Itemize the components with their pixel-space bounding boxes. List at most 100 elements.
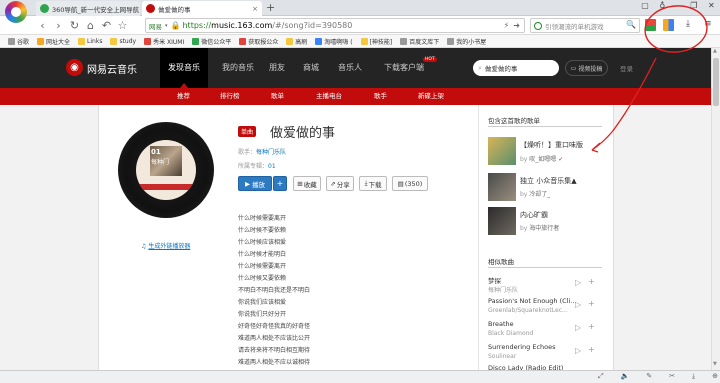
refresh-icon[interactable]: ↻ — [68, 19, 81, 32]
album-link[interactable]: 01 — [268, 163, 276, 170]
bookmark-item[interactable]: 微信公众平 — [192, 37, 231, 46]
back-icon[interactable]: ‹ — [36, 19, 49, 32]
download-status-icon[interactable]: ⤓ — [692, 372, 695, 381]
artist-link[interactable]: 每种门乐队 — [256, 149, 286, 156]
home-icon[interactable]: ⌂ — [84, 19, 97, 32]
nav-mall[interactable]: 商城 — [296, 48, 326, 88]
lightning-icon[interactable]: ⚡ — [504, 21, 510, 30]
play-icon[interactable]: ▷ — [575, 300, 581, 309]
minimize-icon[interactable]: – — [676, 1, 680, 15]
subnav-radio[interactable]: 主播电台 — [316, 88, 342, 105]
play-icon[interactable]: ▷ — [575, 346, 581, 355]
similar-song-artist[interactable]: Greenlab/SquareknotLec... — [488, 307, 568, 314]
rewind-icon[interactable]: ↶ — [100, 19, 113, 32]
add-icon[interactable]: + — [588, 322, 595, 331]
add-icon[interactable]: + — [588, 277, 595, 286]
bookmark-item[interactable]: 秀米 XIUMI — [144, 37, 184, 46]
bookmark-item[interactable]: 我的小书屋 — [447, 37, 486, 46]
subnav-artist[interactable]: 歌手 — [374, 88, 387, 105]
restore-icon[interactable]: ❐ — [690, 1, 697, 15]
similar-song-artist[interactable]: Black Diamond — [488, 330, 533, 337]
playlist-name[interactable]: 【燥听！】重口味版 — [520, 140, 583, 150]
subnav-recommend[interactable]: 推荐 — [177, 88, 190, 105]
tab-360nav[interactable]: 360导航_新一代安全上网导航 × — [36, 1, 140, 16]
nav-download[interactable]: 下载客户端 — [376, 48, 432, 88]
close-window-icon[interactable]: ✕ — [708, 1, 715, 15]
nav-my-music[interactable]: 我的音乐 — [218, 48, 258, 88]
nav-discover[interactable]: 发现音乐 — [160, 48, 208, 88]
scroll-down-icon[interactable]: ▼ — [713, 361, 717, 367]
playlist-name[interactable]: 内心旷霸 — [520, 210, 548, 220]
similar-song-artist[interactable]: Soulinear — [488, 353, 516, 360]
similar-song-name[interactable]: Passion's Not Enough (Cli... — [488, 297, 577, 305]
download-button[interactable]: ⤓ 下载 — [359, 176, 387, 191]
browser-logo-icon[interactable] — [5, 1, 27, 23]
bookmark-item[interactable]: Links — [78, 37, 102, 45]
tab-music[interactable]: 做爱做的事 × — [142, 1, 262, 16]
bookmark-item[interactable]: 淘嘻啊嗨 ( — [315, 37, 353, 46]
tool-icon[interactable]: ✂ — [669, 372, 675, 381]
play-icon[interactable]: ▷ — [575, 323, 581, 332]
playlist-cover[interactable] — [488, 207, 516, 235]
pin-icon[interactable]: ✎ — [646, 372, 652, 381]
subnav-rank[interactable]: 排行榜 — [220, 88, 240, 105]
dropdown-icon[interactable]: ▾ — [165, 23, 168, 29]
bookmark-item[interactable]: 网址大全 — [37, 37, 70, 46]
close-tab-icon[interactable]: × — [252, 5, 258, 13]
speaker-icon[interactable]: 🔈 — [621, 372, 630, 381]
site-search-input[interactable]: ⌕ 做爱做的事 — [473, 60, 559, 76]
new-tab-button[interactable]: + — [266, 1, 275, 14]
add-to-list-button[interactable]: + — [273, 176, 287, 191]
menu-hamburger-icon[interactable]: ≡ — [704, 19, 712, 29]
search-icon[interactable]: 🔍 — [626, 20, 636, 29]
bookmark-item[interactable]: 百度文库下 — [400, 37, 439, 46]
play-button[interactable]: ▶ 播放 — [238, 176, 272, 191]
playlist-cover[interactable] — [488, 173, 516, 201]
menu-icon[interactable]: ▢ — [641, 1, 649, 15]
skin-icon[interactable]: ♁ — [659, 1, 665, 15]
bookmark-item[interactable]: 谷歌 — [8, 37, 29, 46]
outchain-link[interactable]: ♫ 生成外链播放器 — [141, 241, 190, 250]
forward-icon[interactable]: › — [52, 19, 65, 32]
close-tab-icon[interactable]: × — [139, 5, 140, 13]
nav-musician[interactable]: 音乐人 — [332, 48, 368, 88]
netease-logo-icon[interactable]: ◉ — [66, 59, 83, 76]
arrow-icon[interactable]: ➜ — [513, 21, 520, 30]
play-icon[interactable]: ▷ — [575, 278, 581, 287]
bookmark-item[interactable]: 获取报公众 — [239, 37, 278, 46]
expand-icon[interactable]: ⤢ — [598, 372, 604, 381]
extension-icon-2[interactable] — [663, 19, 674, 31]
login-link[interactable]: 登录 — [620, 63, 633, 73]
download-icon[interactable]: ⤓ — [686, 19, 690, 29]
bookmark-item[interactable]: [神技能] — [360, 37, 392, 46]
similar-song-artist[interactable]: 每种门乐队 — [488, 285, 518, 294]
favorite-star-icon[interactable]: ☆ — [116, 19, 129, 32]
similar-song-name[interactable]: 梦探 — [488, 275, 501, 285]
similar-song-name[interactable]: Breathe — [488, 320, 514, 328]
scrollbar-thumb[interactable] — [713, 58, 719, 106]
collect-button[interactable]: ⊞ 收藏 — [293, 176, 321, 191]
site-logo-text[interactable]: 网易云音乐 — [87, 61, 137, 76]
add-icon[interactable]: + — [588, 345, 595, 354]
comment-button[interactable]: ▤ (350) — [392, 176, 428, 191]
bookmark-item[interactable]: study — [110, 37, 136, 45]
add-icon[interactable]: + — [588, 299, 595, 308]
subnav-new-album[interactable]: 新碟上架 — [418, 88, 444, 105]
extension-icon-1[interactable] — [645, 19, 656, 31]
subnav-playlist[interactable]: 歌单 — [271, 88, 284, 105]
zoom-icon[interactable]: ⊕ — [712, 372, 718, 381]
address-bar[interactable]: 网易 ▾ 🔒 https:// music.163.com /#/song?id… — [145, 18, 525, 33]
nav-friends[interactable]: 朋友 — [262, 48, 292, 88]
similar-song-name[interactable]: Surrendering Echoes — [488, 343, 556, 351]
page-scrollbar[interactable]: ▲ ▼ — [711, 48, 720, 370]
playlist-creator[interactable]: 冷却了_ — [529, 191, 550, 198]
creator-center-button[interactable]: ▭ 视频投稿 — [565, 60, 608, 76]
playlist-creator[interactable]: 叹_如嗯嗯 — [529, 156, 556, 163]
scroll-up-icon[interactable]: ▲ — [713, 48, 717, 54]
browser-search-box[interactable]: 引领潮流的单机游戏 — [530, 18, 640, 33]
album-disc[interactable]: 01 每种门 — [118, 122, 214, 218]
share-button[interactable]: ⇗ 分享 — [326, 176, 354, 191]
playlist-name[interactable]: 独立 小众音乐集▲ — [520, 176, 577, 186]
playlist-cover[interactable] — [488, 137, 516, 165]
playlist-creator[interactable]: 海中旅行者 — [529, 225, 559, 232]
